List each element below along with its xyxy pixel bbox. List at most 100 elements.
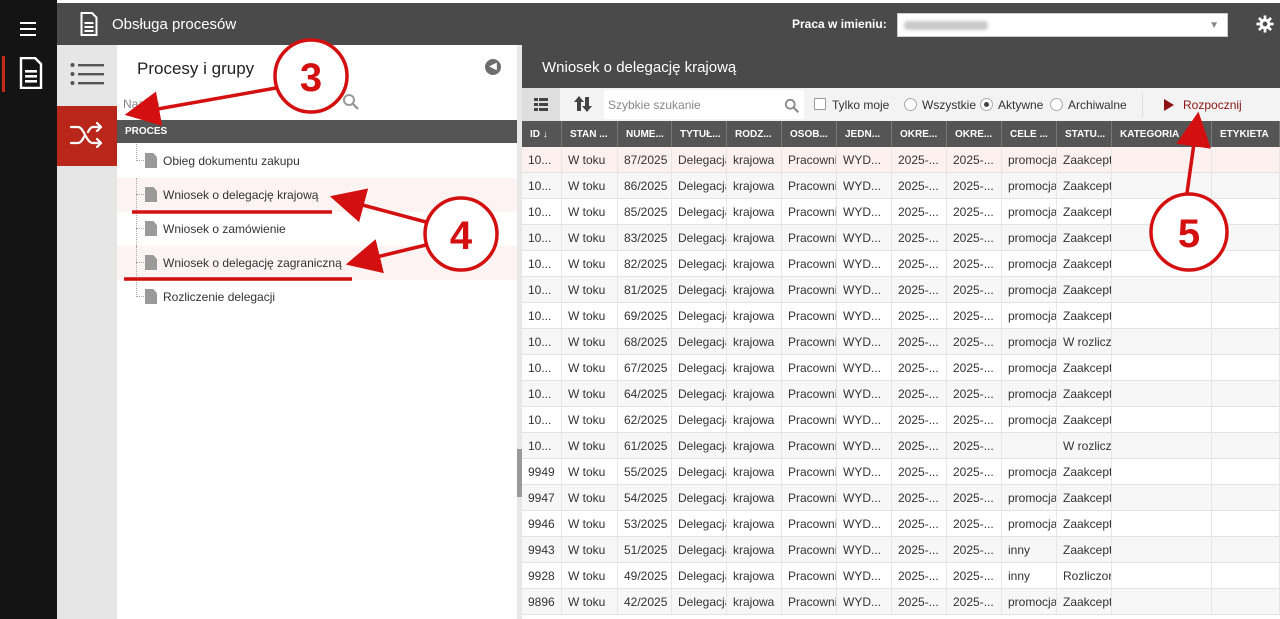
col-kategoria-header[interactable]: KATEGORIA xyxy=(1112,121,1212,147)
sort-button[interactable] xyxy=(564,88,602,121)
process-item[interactable]: Wniosek o delegację krajową xyxy=(117,178,517,212)
col-jednostka-header[interactable]: JEDN... xyxy=(837,121,892,147)
gear-icon[interactable] xyxy=(1256,15,1274,33)
table-row[interactable]: 10... W toku 82/2025 Delegacja krajowa Pracow… xyxy=(522,251,1280,277)
process-view-button[interactable] xyxy=(57,106,117,166)
col-kategoria-cell xyxy=(1112,563,1212,589)
col-cele-cell: inny xyxy=(1002,537,1057,563)
table-row[interactable]: 10... W toku 85/2025 Delegacja krajowa Pracow… xyxy=(522,199,1280,225)
col-kategoria-cell xyxy=(1112,303,1212,329)
col-jednostka-cell: WYD... xyxy=(837,277,892,303)
col-jednostka-cell: WYD... xyxy=(837,537,892,563)
praca-w-imieniu-select[interactable]: ▼ xyxy=(897,13,1228,37)
hamburger-icon[interactable] xyxy=(20,22,36,36)
col-okres-od-cell: 2025-... xyxy=(892,277,947,303)
col-rodzaj-cell: krajowa xyxy=(727,407,782,433)
table-row[interactable]: 9946 W toku 53/2025 Delegacja krajowa Pracown… xyxy=(522,511,1280,537)
col-tytul-header[interactable]: TYTUŁ... xyxy=(672,121,727,147)
col-kategoria-cell xyxy=(1112,199,1212,225)
col-tytul-cell: Delegacja xyxy=(672,563,727,589)
search-icon[interactable] xyxy=(342,93,360,111)
table-row[interactable]: 10... W toku 67/2025 Delegacja krajowa Pracow… xyxy=(522,355,1280,381)
col-cele-cell: promocja xyxy=(1002,329,1057,355)
col-osoba-cell: Pracowni xyxy=(782,199,837,225)
col-rodzaj-header[interactable]: RODZ... xyxy=(727,121,782,147)
col-okres-od-cell: 2025-... xyxy=(892,303,947,329)
col-stan-cell: W toku xyxy=(562,225,618,251)
col-osoba-header[interactable]: OSOB... xyxy=(782,121,837,147)
col-osoba-cell: Pracowni xyxy=(782,173,837,199)
process-name-search-input[interactable] xyxy=(117,89,371,119)
process-item[interactable]: Obieg dokumentu zakupu xyxy=(117,144,517,178)
col-etykieta-header[interactable]: ETYKIETA xyxy=(1212,121,1280,147)
process-panel: Procesy i grupy ◀ PROCES Obieg dokumentu… xyxy=(117,45,517,619)
table-row[interactable]: 10... W toku 81/2025 Delegacja krajowa Pracow… xyxy=(522,277,1280,303)
col-osoba-cell: Pracowni xyxy=(782,303,837,329)
col-cele-header[interactable]: CELE ... xyxy=(1002,121,1057,147)
table-row[interactable]: 9928 W toku 49/2025 Delegacja krajowa Pracown… xyxy=(522,563,1280,589)
table-row[interactable]: 10... W toku 62/2025 Delegacja krajowa Pracow… xyxy=(522,407,1280,433)
rail-item-processes[interactable] xyxy=(0,54,57,94)
col-okres-do-cell: 2025-... xyxy=(947,407,1002,433)
table-row[interactable]: 9947 W toku 54/2025 Delegacja krajowa Pracown… xyxy=(522,485,1280,511)
list-view-button[interactable] xyxy=(57,45,117,105)
table-row[interactable]: 10... W toku 61/2025 Delegacja krajowa Pracow… xyxy=(522,433,1280,459)
process-item[interactable]: Rozliczenie delegacji xyxy=(117,280,517,314)
table-row[interactable]: 10... W toku 87/2025 Delegacja krajowa Pracow… xyxy=(522,147,1280,173)
col-id-header[interactable]: ID ↓ xyxy=(522,121,562,147)
grid-view-button[interactable] xyxy=(522,88,560,121)
process-item-label: Rozliczenie delegacji xyxy=(163,290,276,304)
table-row[interactable]: 10... W toku 68/2025 Delegacja krajowa Pracow… xyxy=(522,329,1280,355)
collapse-panel-button[interactable]: ◀ xyxy=(485,59,501,75)
col-rodzaj-cell: krajowa xyxy=(727,433,782,459)
process-item[interactable]: Wniosek o zamówienie xyxy=(117,212,517,246)
table-row[interactable]: 10... W toku 83/2025 Delegacja krajowa Pracow… xyxy=(522,225,1280,251)
col-okres-do-header[interactable]: OKRE... xyxy=(947,121,1002,147)
col-stan-cell: W toku xyxy=(562,355,618,381)
col-id-cell: 9928 xyxy=(522,563,562,589)
table-row[interactable]: 9896 W toku 42/2025 Delegacja krajowa Pracown… xyxy=(522,589,1280,615)
table-row[interactable]: 10... W toku 69/2025 Delegacja krajowa Pracow… xyxy=(522,303,1280,329)
document-icon xyxy=(80,12,98,36)
col-id-cell: 9946 xyxy=(522,511,562,537)
col-stan-cell: W toku xyxy=(562,511,618,537)
start-process-button[interactable]: Rozpocznij xyxy=(1154,88,1264,121)
col-numer-header[interactable]: NUME... xyxy=(618,121,672,147)
col-okres-od-cell: 2025-... xyxy=(892,407,947,433)
col-tytul-cell: Delegacja xyxy=(672,355,727,381)
col-jednostka-cell: WYD... xyxy=(837,199,892,225)
col-stan-cell: W toku xyxy=(562,407,618,433)
table-row[interactable]: 9949 W toku 55/2025 Delegacja krajowa Pracown… xyxy=(522,459,1280,485)
col-okres-od-header[interactable]: OKRE... xyxy=(892,121,947,147)
col-status-cell: Zaakcept xyxy=(1057,199,1112,225)
col-id-cell: 9947 xyxy=(522,485,562,511)
col-cele-cell: promocja xyxy=(1002,199,1057,225)
table-row[interactable]: 9943 W toku 51/2025 Delegacja krajowa Pracown… xyxy=(522,537,1280,563)
filter-all-radio[interactable] xyxy=(904,98,917,111)
filter-archived-radio[interactable] xyxy=(1050,98,1063,111)
table-row[interactable]: 10... W toku 64/2025 Delegacja krajowa Pracow… xyxy=(522,381,1280,407)
process-item[interactable]: Wniosek o delegację zagraniczną xyxy=(117,246,517,280)
col-cele-cell: promocja xyxy=(1002,485,1057,511)
col-id-cell: 10... xyxy=(522,251,562,277)
col-kategoria-cell xyxy=(1112,407,1212,433)
col-osoba-cell: Pracowni xyxy=(782,511,837,537)
col-status-header[interactable]: STATU... xyxy=(1057,121,1112,147)
search-icon[interactable] xyxy=(784,98,800,114)
only-mine-label: Tylko moje xyxy=(832,98,890,112)
col-stan-header[interactable]: STAN ... xyxy=(562,121,618,147)
top-header: Obsługa procesów Praca w imieniu: ▼ xyxy=(57,3,1280,45)
quick-search-input[interactable] xyxy=(604,90,804,119)
table-row[interactable]: 10... W toku 86/2025 Delegacja krajowa Pracow… xyxy=(522,173,1280,199)
filter-active-radio[interactable] xyxy=(980,98,993,111)
col-etykieta-cell xyxy=(1212,485,1280,511)
col-stan-cell: W toku xyxy=(562,433,618,459)
file-icon xyxy=(145,187,157,202)
col-kategoria-cell xyxy=(1112,225,1212,251)
col-osoba-cell: Pracowni xyxy=(782,225,837,251)
file-icon xyxy=(145,289,157,304)
col-status-cell: Zaakcept xyxy=(1057,147,1112,173)
only-mine-checkbox[interactable] xyxy=(814,98,826,110)
col-stan-cell: W toku xyxy=(562,147,618,173)
col-rodzaj-cell: krajowa xyxy=(727,147,782,173)
